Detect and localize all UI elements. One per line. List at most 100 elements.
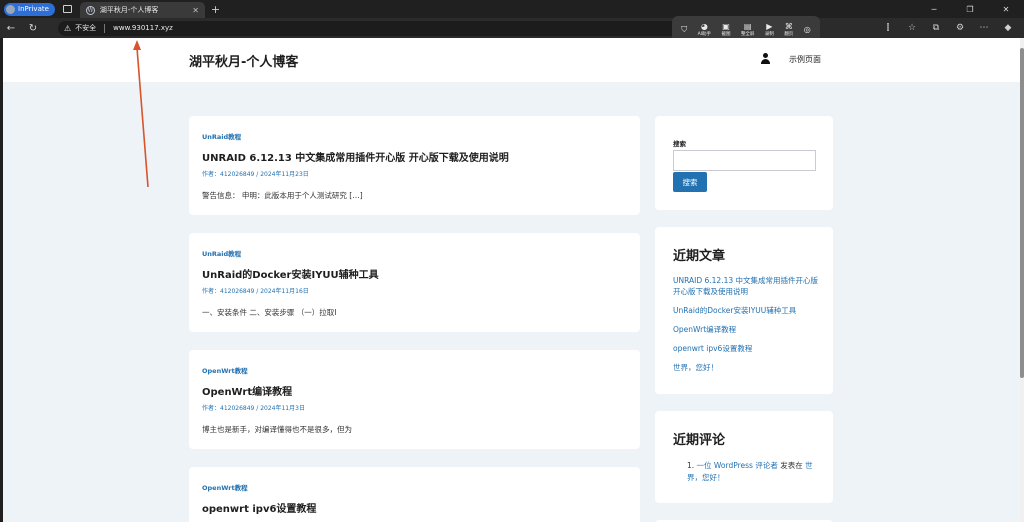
mini-label: 整全屏 bbox=[740, 31, 755, 37]
address-divider bbox=[104, 23, 106, 33]
mini-label: 截图 bbox=[721, 31, 731, 37]
recent-post-link[interactable]: OpenWrt编译教程 bbox=[673, 324, 821, 335]
address-bar[interactable]: ⚠ 不安全 www.930117.xyz bbox=[58, 20, 688, 36]
inprivate-label: InPrivate bbox=[18, 5, 49, 13]
post-excerpt: 警告信息： 申明：此版本用于个人测试研究 […] bbox=[202, 191, 363, 200]
site-header: 湖平秋月-个人博客 示例页面 bbox=[3, 38, 1020, 82]
post-category[interactable]: UnRaid教程 bbox=[202, 248, 241, 258]
recent-comments-widget: 近期评论 1. 一位 WordPress 评论者 发表在 世界，您好！ bbox=[655, 411, 833, 503]
split-screen-icon[interactable]: ⫿ bbox=[876, 23, 900, 33]
translate-icon: ⌘ bbox=[784, 21, 793, 31]
recent-posts-list: UNRAID 6.12.13 中文集成常用插件开心版 开心版下载及使用说明 Un… bbox=[673, 275, 821, 381]
user-icon[interactable] bbox=[760, 53, 770, 65]
mini-item-record[interactable]: ▶ 录制 bbox=[765, 22, 774, 37]
screenshot-icon: ▣ bbox=[722, 21, 730, 31]
favorites-icon[interactable]: ☆ bbox=[900, 23, 924, 33]
extensions-icon[interactable]: ⚙ bbox=[948, 23, 972, 33]
browser-toolbar: ← ↻ ⚠ 不安全 www.930117.xyz ⫿ ☆ ⧉ ⚙ ⋯ ◆ bbox=[0, 18, 1024, 38]
profile-avatar bbox=[6, 4, 15, 14]
mini-label: 翻页 bbox=[784, 31, 794, 37]
back-icon[interactable]: ← bbox=[0, 23, 22, 34]
recent-post-link[interactable]: 世界，您好！ bbox=[673, 362, 821, 373]
warning-icon: ⚠ bbox=[64, 23, 72, 33]
comment-text: 发表在 bbox=[777, 461, 806, 470]
browser-tab-active[interactable]: W 湖平秋月-个人博客 ✕ bbox=[79, 2, 205, 18]
post-title[interactable]: OpenWrt编译教程 bbox=[202, 383, 292, 398]
post-meta: 作者：412026849 / 2024年11月16日 bbox=[202, 288, 309, 295]
comment-author-link[interactable]: 一位 WordPress 评论者 bbox=[697, 461, 778, 470]
mini-item-shield[interactable]: ⛉ bbox=[681, 25, 687, 34]
target-icon: ◎ bbox=[803, 24, 811, 34]
shield-icon: ⛉ bbox=[681, 24, 688, 34]
author-label: 作者： bbox=[202, 405, 221, 412]
search-button[interactable]: 搜索 bbox=[673, 172, 707, 192]
site-title[interactable]: 湖平秋月-个人博客 bbox=[189, 51, 298, 70]
ai-assistant-icon: ◕ bbox=[700, 21, 708, 31]
tab-actions-icon[interactable] bbox=[62, 5, 72, 13]
web-page: 湖平秋月-个人博客 示例页面 UnRaid教程 UNRAID 6.12.13 中… bbox=[3, 38, 1020, 522]
comment-item: 1. 一位 WordPress 评论者 发表在 世界，您好！ bbox=[687, 460, 825, 484]
recent-posts-title: 近期文章 bbox=[673, 249, 726, 264]
search-widget: 搜索 搜索 bbox=[655, 116, 833, 210]
post-card: OpenWrt教程 openwrt ipv6设置教程 bbox=[189, 467, 640, 522]
post-meta: 作者：412026849 / 2024年11月23日 bbox=[202, 171, 309, 178]
post-title[interactable]: UnRaid的Docker安装IYUU辅种工具 bbox=[202, 266, 379, 281]
search-input[interactable] bbox=[673, 150, 816, 171]
url-text[interactable]: www.930117.xyz bbox=[113, 24, 173, 32]
post-author[interactable]: 412026849 bbox=[220, 288, 254, 295]
browser-right-tools: ⫿ ☆ ⧉ ⚙ ⋯ ◆ bbox=[876, 18, 1020, 38]
comment-number: 1. bbox=[687, 461, 695, 470]
post-card: OpenWrt教程 OpenWrt编译教程 作者：412026849 / 202… bbox=[189, 350, 640, 449]
minimize-icon[interactable]: ─ bbox=[916, 0, 952, 18]
inprivate-badge[interactable]: InPrivate bbox=[4, 2, 55, 16]
new-tab-button[interactable]: + bbox=[211, 3, 220, 16]
post-category[interactable]: OpenWrt教程 bbox=[202, 365, 248, 375]
menu-icon[interactable]: ⋯ bbox=[972, 23, 996, 33]
full-download-icon: ▤ bbox=[743, 21, 752, 31]
post-card: UnRaid教程 UNRAID 6.12.13 中文集成常用插件开心版 开心版下… bbox=[189, 116, 640, 215]
post-category[interactable]: OpenWrt教程 bbox=[202, 482, 248, 492]
recent-comments-title: 近期评论 bbox=[673, 433, 726, 448]
mini-label: 录制 bbox=[764, 31, 774, 37]
tab-title: 湖平秋月-个人博客 bbox=[99, 6, 159, 14]
mini-item-translate[interactable]: ⌘ 翻页 bbox=[784, 22, 793, 37]
record-icon: ▶ bbox=[766, 21, 773, 31]
post-meta: 作者：412026849 / 2024年11月3日 bbox=[202, 405, 305, 412]
search-label: 搜索 bbox=[673, 140, 686, 148]
author-label: 作者： bbox=[202, 288, 221, 295]
post-date[interactable]: 2024年11月3日 bbox=[260, 405, 305, 412]
recent-post-link[interactable]: openwrt ipv6设置教程 bbox=[673, 343, 821, 354]
mini-item-screenshot[interactable]: ▣ 截图 bbox=[722, 22, 731, 37]
scrollbar-thumb[interactable] bbox=[1020, 48, 1024, 378]
post-excerpt: 一、安装条件 二、安装步骤 （一）拉取I bbox=[202, 308, 337, 317]
refresh-icon[interactable]: ↻ bbox=[22, 23, 44, 34]
post-author[interactable]: 412026849 bbox=[220, 405, 254, 412]
post-date[interactable]: 2024年11月23日 bbox=[260, 171, 309, 178]
mini-item-target[interactable]: ◎ bbox=[804, 25, 811, 34]
post-author[interactable]: 412026849 bbox=[220, 171, 254, 178]
mini-item-ai[interactable]: ◕ AI助手 bbox=[698, 22, 711, 37]
recent-post-link[interactable]: UnRaid的Docker安装IYUU辅种工具 bbox=[673, 305, 821, 316]
window-controls: ─ ❐ ✕ bbox=[916, 0, 1024, 18]
post-card: UnRaid教程 UnRaid的Docker安装IYUU辅种工具 作者：4120… bbox=[189, 233, 640, 332]
post-excerpt: 博主也是新手，对编译懂得也不是很多，但为 bbox=[202, 425, 352, 434]
collections-icon[interactable]: ⧉ bbox=[924, 23, 948, 33]
post-category[interactable]: UnRaid教程 bbox=[202, 131, 241, 141]
post-date[interactable]: 2024年11月16日 bbox=[260, 288, 309, 295]
close-tab-icon[interactable]: ✕ bbox=[192, 6, 199, 15]
post-title[interactable]: openwrt ipv6设置教程 bbox=[202, 500, 316, 515]
post-title[interactable]: UNRAID 6.12.13 中文集成常用插件开心版 开心版下载及使用说明 bbox=[202, 149, 509, 164]
recent-posts-widget: 近期文章 UNRAID 6.12.13 中文集成常用插件开心版 开心版下载及使用… bbox=[655, 227, 833, 394]
nav-sample-page[interactable]: 示例页面 bbox=[789, 54, 821, 65]
browser-tab-bar: InPrivate W 湖平秋月-个人博客 ✕ + ─ ❐ ✕ bbox=[0, 0, 1024, 18]
page-scrollbar[interactable] bbox=[1020, 38, 1024, 522]
wordpress-favicon-icon: W bbox=[85, 5, 95, 15]
mini-item-fullpage[interactable]: ▤ 整全屏 bbox=[741, 22, 755, 37]
close-window-icon[interactable]: ✕ bbox=[988, 0, 1024, 18]
copilot-icon[interactable]: ◆ bbox=[996, 23, 1020, 33]
author-label: 作者： bbox=[202, 171, 221, 178]
security-status: 不安全 bbox=[75, 24, 97, 32]
mini-label: AI助手 bbox=[697, 31, 712, 37]
maximize-icon[interactable]: ❐ bbox=[952, 0, 988, 18]
recent-post-link[interactable]: UNRAID 6.12.13 中文集成常用插件开心版 开心版下载及使用说明 bbox=[673, 275, 821, 297]
